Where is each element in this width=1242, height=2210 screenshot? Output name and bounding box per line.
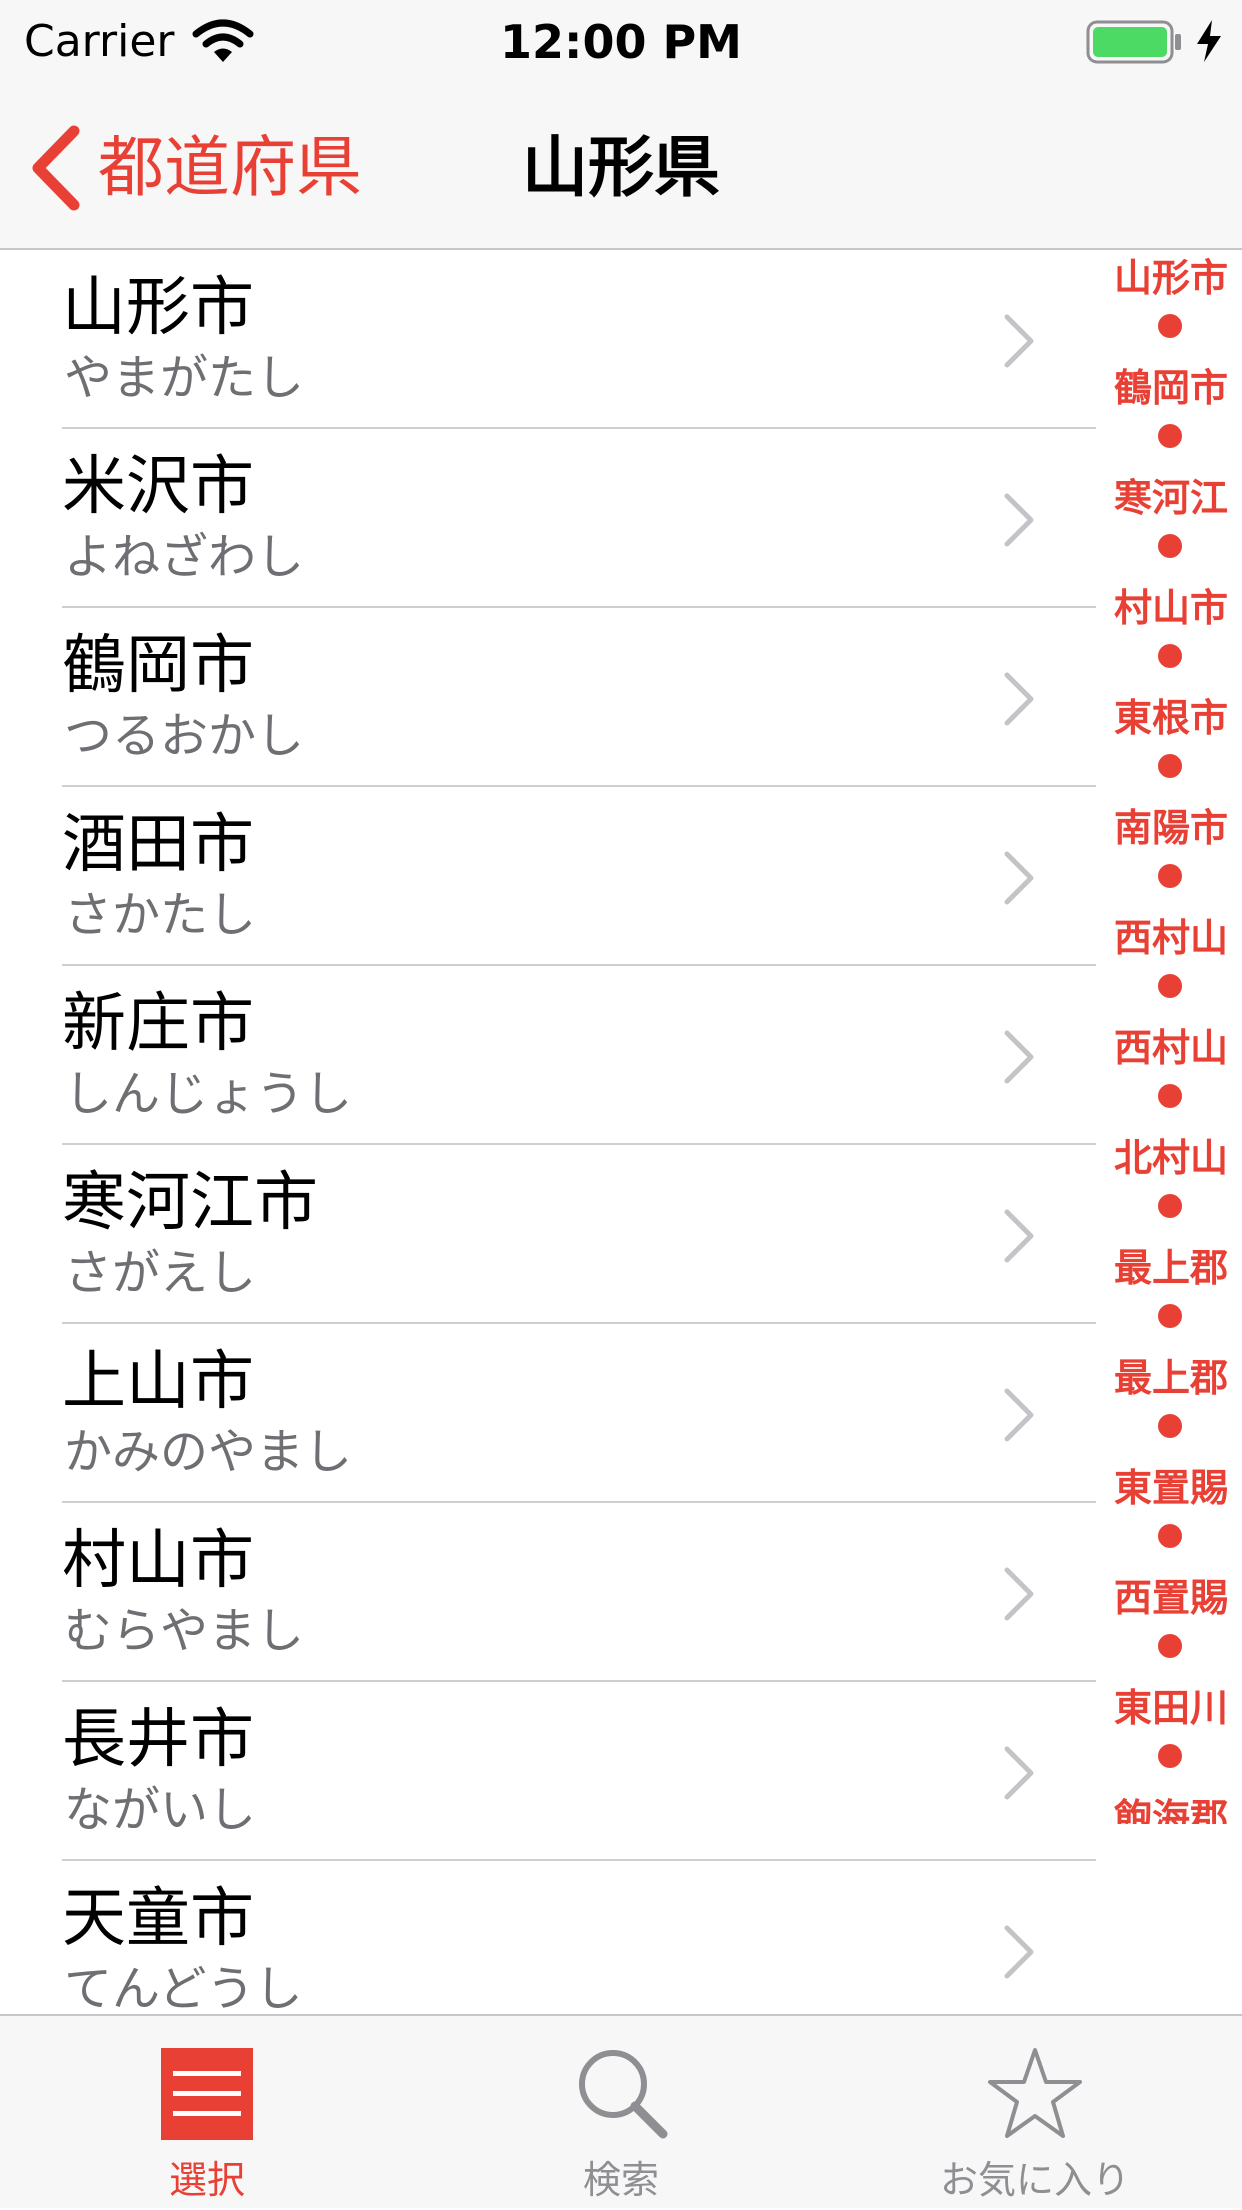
list-item[interactable]: 長井市 ながいし: [0, 1682, 1096, 1861]
tab-bar: 選択 検索 お気に入り: [0, 2014, 1242, 2208]
chevron-right-icon: [1004, 1567, 1034, 1621]
city-name: 上山市: [62, 1345, 254, 1419]
index-entry[interactable]: 東置賜: [1100, 1460, 1242, 1516]
chevron-right-icon: [1004, 1209, 1034, 1263]
city-name: 天童市: [62, 1882, 254, 1956]
list-item[interactable]: 寒河江市 さがえし: [0, 1145, 1096, 1324]
list-icon: [161, 2048, 253, 2140]
index-entry[interactable]: 最上郡: [1100, 1240, 1242, 1296]
status-bar: Carrier 12:00 PM: [0, 0, 1242, 84]
star-icon: [988, 2048, 1082, 2138]
list-item[interactable]: 鶴岡市 つるおかし: [0, 608, 1096, 787]
chevron-right-icon: [1004, 1030, 1034, 1084]
index-separator-dot: [1158, 1304, 1182, 1328]
city-name: 長井市: [62, 1703, 254, 1777]
list-item[interactable]: 村山市 むらやまし: [0, 1503, 1096, 1682]
index-entry[interactable]: 東根市: [1100, 690, 1242, 746]
city-list[interactable]: 山形市 やまがたし 米沢市 よねざわし 鶴岡市 つるおかし 酒田市 さかたし 新…: [0, 250, 1242, 2014]
city-reading: つるおかし: [64, 708, 305, 764]
tab-select[interactable]: 選択: [0, 2016, 414, 2210]
page-title: 山形県: [522, 129, 720, 206]
city-reading: ながいし: [64, 1782, 257, 1838]
city-reading: よねざわし: [64, 529, 305, 585]
index-separator-dot: [1158, 314, 1182, 338]
index-separator-dot: [1158, 974, 1182, 998]
city-reading: しんじょうし: [64, 1066, 353, 1122]
city-name: 新庄市: [62, 987, 254, 1061]
index-entry[interactable]: 村山市: [1100, 580, 1242, 636]
city-name: 山形市: [62, 271, 254, 345]
chevron-right-icon: [1004, 1388, 1034, 1442]
index-entry[interactable]: 鶴岡市: [1100, 360, 1242, 416]
tab-favorites[interactable]: お気に入り: [828, 2016, 1242, 2210]
index-separator-dot: [1158, 534, 1182, 558]
city-reading: てんどうし: [64, 1961, 303, 2014]
chevron-right-icon: [1004, 851, 1034, 905]
index-separator-dot: [1158, 1524, 1182, 1548]
list-item[interactable]: 新庄市 しんじょうし: [0, 966, 1096, 1145]
index-separator-dot: [1158, 1194, 1182, 1218]
city-reading: さかたし: [64, 887, 257, 943]
chevron-right-icon: [1004, 314, 1034, 368]
city-name: 米沢市: [62, 450, 254, 524]
index-entry[interactable]: 東田川: [1100, 1680, 1242, 1736]
list-item[interactable]: 米沢市 よねざわし: [0, 429, 1096, 608]
index-separator-dot: [1158, 1414, 1182, 1438]
list-item[interactable]: 酒田市 さかたし: [0, 787, 1096, 966]
index-separator-dot: [1158, 644, 1182, 668]
city-reading: さがえし: [64, 1245, 257, 1301]
battery-icon: [1086, 20, 1181, 64]
index-separator-dot: [1158, 424, 1182, 448]
index-entry[interactable]: 西村山: [1100, 910, 1242, 966]
city-name: 鶴岡市: [62, 629, 254, 703]
city-reading: やまがたし: [64, 350, 305, 406]
city-name: 村山市: [62, 1524, 254, 1598]
index-separator-dot: [1158, 1744, 1182, 1768]
list-item[interactable]: 天童市 てんどうし: [0, 1861, 1096, 2014]
index-entry[interactable]: 西置賜: [1100, 1570, 1242, 1626]
tab-label: 検索: [582, 2158, 659, 2202]
index-entry[interactable]: 飽海郡: [1100, 1790, 1242, 1824]
index-entry[interactable]: 南陽市: [1100, 800, 1242, 856]
index-entry[interactable]: 山形市: [1100, 250, 1242, 306]
tab-search[interactable]: 検索: [414, 2016, 828, 2210]
index-entry[interactable]: 西村山: [1100, 1020, 1242, 1076]
status-time: 12:00 PM: [500, 15, 742, 69]
index-entry[interactable]: 寒河江: [1100, 470, 1242, 526]
city-reading: かみのやまし: [64, 1424, 353, 1480]
index-entry[interactable]: 北村山: [1100, 1130, 1242, 1186]
list-item[interactable]: 上山市 かみのやまし: [0, 1324, 1096, 1503]
search-icon: [579, 2050, 668, 2139]
navigation-bar: 都道府県 山形県: [0, 84, 1242, 250]
chevron-right-icon: [1004, 672, 1034, 726]
list-item[interactable]: 山形市 やまがたし: [0, 250, 1096, 429]
tab-label: 選択: [168, 2158, 245, 2202]
index-separator-dot: [1158, 1084, 1182, 1108]
chevron-right-icon: [1004, 493, 1034, 547]
chevron-right-icon: [1004, 1746, 1034, 1800]
index-separator-dot: [1158, 864, 1182, 888]
index-separator-dot: [1158, 754, 1182, 778]
city-reading: むらやまし: [64, 1603, 305, 1659]
city-name: 寒河江市: [62, 1166, 318, 1240]
index-separator-dot: [1158, 1634, 1182, 1658]
charge-icon: [1197, 20, 1221, 62]
section-index[interactable]: 山形市 鶴岡市 寒河江 村山市 東根市 南陽市 西村山 西村山 北村山 最上郡 …: [1100, 250, 1242, 1824]
chevron-right-icon: [1004, 1925, 1034, 1979]
city-name: 酒田市: [62, 808, 254, 882]
index-entry[interactable]: 最上郡: [1100, 1350, 1242, 1406]
tab-label: お気に入り: [939, 2158, 1130, 2202]
